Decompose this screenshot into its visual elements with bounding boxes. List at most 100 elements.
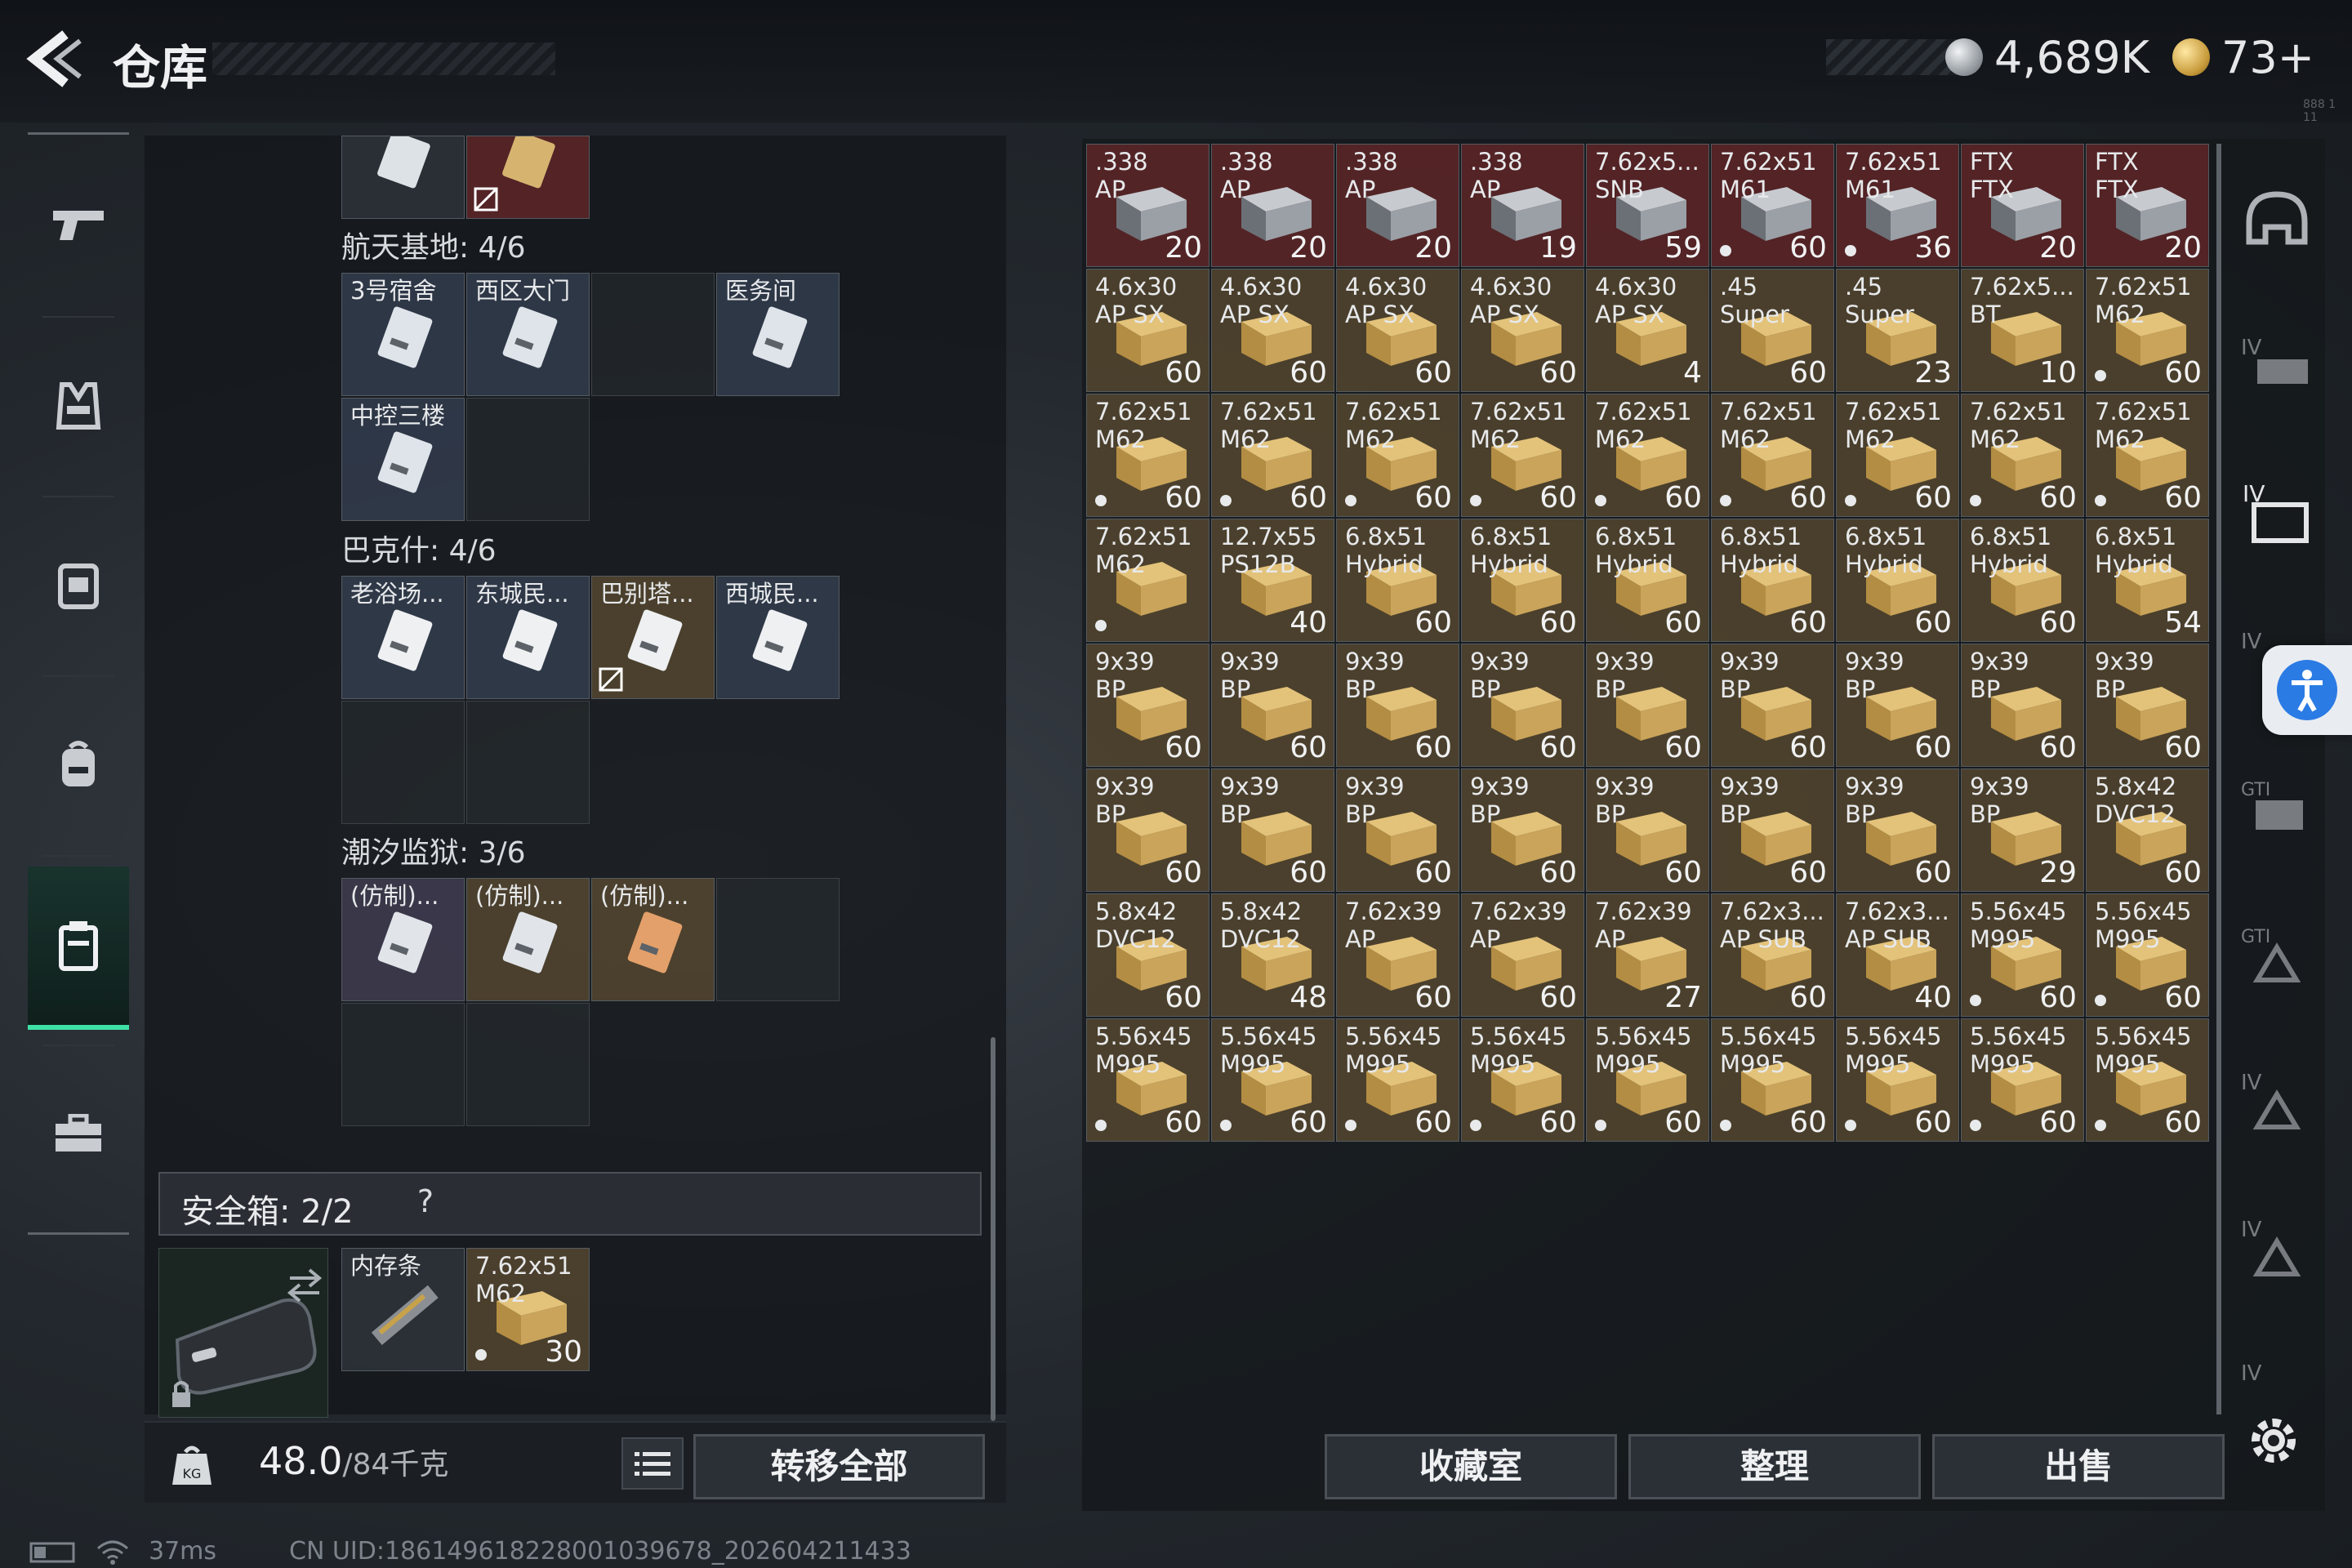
stash-item[interactable]: 5.56x45 M995 60 [1336,1018,1459,1142]
stash-item[interactable]: 5.8x42 DVC12 60 [2086,768,2209,892]
stash-item[interactable]: FTX FTX 20 [2086,144,2209,267]
stash-item[interactable]: 9x39 BP 60 [1961,644,2084,767]
stash-item[interactable]: .338 AP 20 [1336,144,1459,267]
stash-item[interactable]: 4.6x30 AP SX 60 [1086,269,1209,392]
stash-item[interactable]: 7.62x39 AP 60 [1461,893,1584,1017]
key-card-slot[interactable]: 老浴场... [341,576,465,699]
stash-item[interactable]: 12.7x55 PS12B 40 [1211,519,1334,642]
stash-item[interactable]: 5.56x45 M995 60 [1961,1018,2084,1142]
stash-item[interactable]: .338 AP 19 [1461,144,1584,267]
rig-iv-icon[interactable]: IV [2238,1352,2316,1385]
stash-item[interactable]: 7.62x3... AP SUB 60 [1711,893,1834,1017]
stash-item[interactable]: 9x39 BP 60 [1836,644,1959,767]
stash-item[interactable]: 9x39 BP 60 [1461,644,1584,767]
stash-item[interactable]: 5.56x45 M995 60 [1586,1018,1709,1142]
empty-slot[interactable] [466,1003,590,1126]
key-card-slot[interactable]: (仿制)... [591,878,715,1001]
gti-rig-icon[interactable]: GTI [2238,915,2316,993]
stash-item[interactable]: 7.62x51 M62 60 [1461,394,1584,517]
stash-item[interactable]: 5.56x45 M995 60 [1961,893,2084,1017]
stash-item[interactable]: 7.62x51 M62 60 [1711,394,1834,517]
stash-item[interactable]: 9x39 BP 60 [2086,644,2209,767]
stash-item[interactable]: 9x39 BP 60 [1836,768,1959,892]
stash-item[interactable]: 7.62x51 M62 60 [1336,394,1459,517]
stash-item[interactable]: .338 AP 20 [1211,144,1334,267]
help-button[interactable]: ? [405,1183,446,1224]
stash-item[interactable]: 9x39 BP 60 [1586,644,1709,767]
sell-button[interactable]: 出售 [1932,1434,2225,1499]
nav-backpack[interactable] [28,684,129,847]
safebox-slot-ammo[interactable]: 7.62x51 M62 30 [466,1248,590,1371]
empty-slot[interactable] [341,701,465,824]
stash-item[interactable]: 4.6x30 AP SX 4 [1586,269,1709,392]
armor-iv-icon[interactable]: IV [2238,327,2316,405]
stash-item[interactable]: 9x39 BP 60 [1086,644,1209,767]
stash-item[interactable]: 5.56x45 M995 60 [1836,1018,1959,1142]
stash-item[interactable]: 7.62x51 M62 60 [2086,269,2209,392]
stash-item[interactable]: 4.6x30 AP SX 60 [1211,269,1334,392]
list-view-button[interactable] [621,1437,684,1490]
key-card-slot[interactable]: 西区大门 [466,273,590,396]
left-scrollbar[interactable] [991,1037,996,1421]
stash-item[interactable]: 9x39 BP 60 [1711,644,1834,767]
stash-item[interactable]: 4.6x30 AP SX 60 [1461,269,1584,392]
stash-item[interactable]: 5.8x42 DVC12 48 [1211,893,1334,1017]
stash-item[interactable]: 6.8x51 Hybrid 60 [1711,519,1834,642]
stash-item[interactable]: 9x39 BP 29 [1961,768,2084,892]
stash-item[interactable]: FTX FTX 20 [1961,144,2084,267]
stash-item[interactable]: 7.62x51 M62 60 [1836,394,1959,517]
stash-item[interactable]: 9x39 BP 60 [1211,644,1334,767]
stash-item[interactable]: 7.62x51 M62 60 [1086,394,1209,517]
empty-slot[interactable] [466,398,590,521]
armor-iv-active-icon[interactable]: IV [2238,474,2316,552]
stash-item[interactable]: 9x39 BP 60 [1086,768,1209,892]
stash-item[interactable]: 5.56x45 M995 60 [1211,1018,1334,1142]
helmet-icon[interactable] [2238,181,2316,260]
stash-item[interactable]: 9x39 BP 60 [1586,768,1709,892]
stash-item[interactable]: 6.8x51 Hybrid 60 [1836,519,1959,642]
sort-button[interactable]: 整理 [1628,1434,1921,1499]
key-card-slot[interactable]: (仿制)... [466,878,590,1001]
key-card-slot[interactable]: 西城民... [716,576,840,699]
stash-item[interactable]: 7.62x51 M62 [1086,519,1209,642]
stash-item[interactable]: .45 Super 60 [1711,269,1834,392]
stash-item[interactable]: 6.8x51 Hybrid 60 [1961,519,2084,642]
stash-item[interactable]: .45 Super 23 [1836,269,1959,392]
stash-item[interactable]: 7.62x39 AP 60 [1336,893,1459,1017]
stash-item[interactable]: 5.56x45 M995 60 [1461,1018,1584,1142]
gold-currency[interactable]: 73+ [2172,31,2314,83]
stash-item[interactable]: 6.8x51 Hybrid 60 [1336,519,1459,642]
stash-item[interactable]: 9x39 BP 60 [1711,768,1834,892]
safebox-slot-memory[interactable]: 内存条 [341,1248,465,1371]
nav-rig[interactable] [28,504,129,667]
stash-item[interactable]: .338 AP 20 [1086,144,1209,267]
rig-iv-icon[interactable]: IV [2238,1062,2316,1140]
stash-item[interactable]: 7.62x39 AP 27 [1586,893,1709,1017]
rig-iv-icon[interactable]: IV [2238,1209,2316,1287]
collection-room-button[interactable]: 收藏室 [1325,1434,1617,1499]
stash-scrollbar[interactable] [2216,144,2221,1414]
key-card-partial[interactable] [466,136,590,219]
stash-item[interactable]: 5.8x42 DVC12 60 [1086,893,1209,1017]
nav-armor[interactable] [28,324,129,488]
stash-item[interactable]: 4.6x30 AP SX 60 [1336,269,1459,392]
stash-item[interactable]: 7.62x51 M62 60 [1961,394,2084,517]
stash-item[interactable]: 6.8x51 Hybrid 60 [1461,519,1584,642]
stash-item[interactable]: 5.56x45 M995 60 [2086,893,2209,1017]
stash-item[interactable]: 9x39 BP 60 [1336,768,1459,892]
stash-item[interactable]: 5.56x45 M995 60 [1086,1018,1209,1142]
stash-item[interactable]: 5.56x45 M995 60 [2086,1018,2209,1142]
stash-item[interactable]: 5.56x45 M995 60 [1711,1018,1834,1142]
stash-item[interactable]: 7.62x5... BT 10 [1961,269,2084,392]
key-card-slot[interactable]: 东城民... [466,576,590,699]
empty-slot[interactable] [341,1003,465,1126]
empty-slot[interactable] [591,273,715,396]
empty-slot[interactable] [716,878,840,1001]
safebox-container[interactable] [158,1248,328,1418]
stash-item[interactable]: 9x39 BP 60 [1211,768,1334,892]
key-card-slot[interactable]: (仿制)... [341,878,465,1001]
stash-item[interactable]: 9x39 BP 60 [1336,644,1459,767]
key-card-slot[interactable]: 中控三楼 [341,398,465,521]
stash-item[interactable]: 7.62x51 M62 60 [1211,394,1334,517]
key-card-slot[interactable]: 3号宿舍 [341,273,465,396]
